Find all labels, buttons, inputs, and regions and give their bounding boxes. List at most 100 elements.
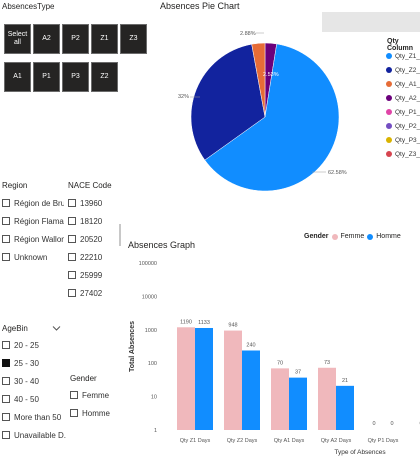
nace-item-label: 22210 bbox=[80, 252, 103, 262]
checkbox[interactable] bbox=[68, 271, 76, 279]
absence-type-tile-z1[interactable]: Z1 bbox=[91, 24, 118, 54]
legend-femme-dot bbox=[331, 233, 338, 240]
agebin-item[interactable]: More than 50 bbox=[2, 410, 66, 424]
absence-type-tile-z3[interactable]: Z3 bbox=[120, 24, 147, 54]
nace-item-label: 25999 bbox=[80, 270, 103, 280]
absence-type-tile-p2[interactable]: P2 bbox=[62, 24, 89, 54]
pie-legend-label: Qty_Z3_Da bbox=[395, 150, 420, 158]
checkbox[interactable] bbox=[70, 409, 78, 417]
nace-item[interactable]: 18120 bbox=[68, 214, 102, 228]
checkbox[interactable] bbox=[68, 217, 76, 225]
pie-legend-item[interactable]: Qty_Z3_Da bbox=[386, 148, 420, 160]
pie-label-a1: 2.88% bbox=[240, 31, 256, 37]
legend-homme-label: Homme bbox=[376, 233, 401, 240]
pie-legend-label: Qty_P2_Da bbox=[395, 122, 420, 130]
nace-item-label: 18120 bbox=[80, 216, 103, 226]
x-tick-label: Qty Z2 Days bbox=[227, 438, 258, 444]
bar-homme[interactable] bbox=[242, 350, 260, 430]
checkbox[interactable] bbox=[2, 413, 10, 421]
legend-homme-dot bbox=[367, 233, 374, 240]
bar-femme[interactable] bbox=[271, 368, 289, 430]
gender-item[interactable]: Femme bbox=[70, 388, 109, 402]
checkbox[interactable] bbox=[68, 235, 76, 243]
bar-homme[interactable] bbox=[289, 377, 307, 430]
nace-item-label: 27402 bbox=[80, 288, 103, 298]
bar-femme[interactable] bbox=[224, 330, 242, 430]
pie-legend-item[interactable]: Qty_P1_Da bbox=[386, 106, 420, 118]
region-item-label: Région de Bru... bbox=[14, 198, 64, 208]
y-tick-label: 10 bbox=[151, 395, 157, 401]
checkbox[interactable] bbox=[2, 431, 10, 439]
visual-divider bbox=[119, 224, 121, 246]
checkbox[interactable] bbox=[68, 289, 76, 297]
agebin-item-label: 40 - 50 bbox=[14, 394, 39, 404]
bar-chart: 1 10 100 1000 10000 100000 Total Absences 1190 1… bbox=[129, 261, 420, 456]
region-item[interactable]: Région Wallon... bbox=[2, 232, 64, 246]
nace-item[interactable]: 20520 bbox=[68, 232, 102, 246]
gender-item-label: Homme bbox=[82, 408, 111, 418]
agebin-item[interactable]: 20 - 25 bbox=[2, 338, 66, 352]
agebin-item[interactable]: Unavailable D... bbox=[2, 428, 66, 442]
agebin-item[interactable]: 30 - 40 bbox=[2, 374, 66, 388]
pie-legend-item[interactable]: Qty_A2_Da bbox=[386, 92, 420, 104]
region-item[interactable]: Région Flama... bbox=[2, 214, 64, 228]
bar-legend: Gender Femme Homme bbox=[304, 233, 401, 240]
agebin-item-label: 30 - 40 bbox=[14, 376, 39, 386]
nace-item[interactable]: 22210 bbox=[68, 250, 102, 264]
y-tick-label: 100000 bbox=[139, 261, 157, 267]
region-title: Region bbox=[2, 181, 28, 190]
bar-homme[interactable] bbox=[336, 385, 354, 430]
checkbox[interactable] bbox=[2, 199, 10, 207]
bar-homme[interactable] bbox=[195, 327, 213, 430]
legend-dot bbox=[386, 67, 392, 73]
checkbox[interactable] bbox=[2, 253, 10, 261]
gender-item[interactable]: Homme bbox=[70, 406, 110, 420]
nace-item[interactable]: 25999 bbox=[68, 268, 102, 282]
checkbox[interactable] bbox=[2, 341, 10, 349]
bar-femme[interactable] bbox=[177, 327, 195, 430]
data-label: 0 bbox=[390, 421, 393, 427]
x-tick-label: Qty Z1 Days bbox=[180, 438, 211, 444]
region-item[interactable]: Unknown bbox=[2, 250, 64, 264]
nace-item[interactable]: 27402 bbox=[68, 286, 102, 300]
checkbox[interactable] bbox=[2, 217, 10, 225]
checkbox[interactable] bbox=[2, 395, 10, 403]
region-item-label: Région Flama... bbox=[14, 216, 64, 226]
data-label: 70 bbox=[277, 360, 283, 366]
pie-legend-item[interactable]: Qty_Z1_Da bbox=[386, 50, 420, 62]
pie-legend-label: Qty_Z2_Da bbox=[395, 66, 420, 74]
checkbox[interactable] bbox=[70, 391, 78, 399]
region-item[interactable]: Région de Bru... bbox=[2, 196, 64, 210]
absence-type-tile-select-all[interactable]: Select all bbox=[4, 24, 31, 54]
bar-legend-title: Gender bbox=[304, 233, 329, 240]
agebin-item[interactable]: 40 - 50 bbox=[2, 392, 66, 406]
y-tick-label: 1000 bbox=[145, 328, 157, 334]
absence-type-tile-p1[interactable]: P1 bbox=[33, 62, 60, 92]
checkbox[interactable] bbox=[2, 235, 10, 243]
bar-femme[interactable] bbox=[318, 367, 336, 430]
data-label: 1133 bbox=[198, 320, 210, 326]
absence-type-tile-p3[interactable]: P3 bbox=[62, 62, 89, 92]
checkbox[interactable] bbox=[68, 253, 76, 261]
legend-dot bbox=[386, 95, 392, 101]
agebin-item[interactable]: 25 - 30 bbox=[2, 356, 66, 370]
pie-legend-item[interactable]: Qty_P3_Da bbox=[386, 134, 420, 146]
pie-legend-item[interactable]: Qty_A1_Da bbox=[386, 78, 420, 90]
legend-dot bbox=[386, 109, 392, 115]
x-tick-label: Qty A2 Days bbox=[321, 438, 352, 444]
checkbox[interactable] bbox=[2, 377, 10, 385]
pie-legend-label: Qty_P3_Da bbox=[395, 136, 420, 144]
checkbox[interactable] bbox=[68, 199, 76, 207]
pie-legend-item[interactable]: Qty_P2_Da bbox=[386, 120, 420, 132]
checkbox[interactable] bbox=[2, 359, 10, 367]
gender-item-label: Femme bbox=[82, 390, 110, 400]
chevron-down-icon[interactable] bbox=[52, 325, 61, 332]
absence-type-tile-z2[interactable]: Z2 bbox=[91, 62, 118, 92]
pie-legend-item[interactable]: Qty_Z2_Da bbox=[386, 64, 420, 76]
absence-type-tile-a2[interactable]: A2 bbox=[33, 24, 60, 54]
nace-item[interactable]: 13960 bbox=[68, 196, 102, 210]
pie-label-z2: 32% bbox=[178, 94, 189, 100]
data-label: 240 bbox=[246, 343, 255, 349]
agebin-item-label: More than 50 bbox=[14, 412, 62, 422]
absence-type-tile-a1[interactable]: A1 bbox=[4, 62, 31, 92]
